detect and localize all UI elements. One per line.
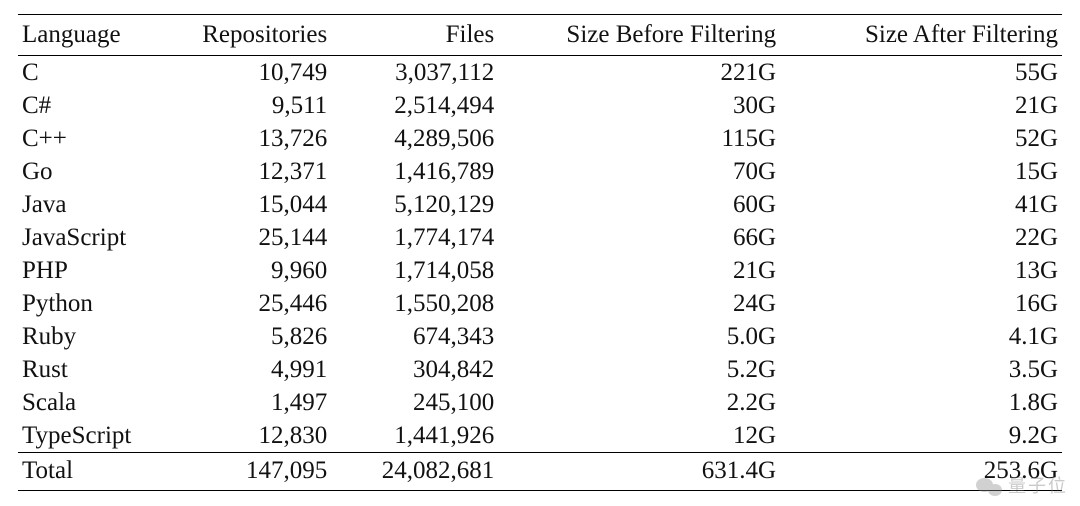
cell-size-after: 16G bbox=[780, 287, 1062, 320]
table-row: PHP9,9601,714,05821G13G bbox=[18, 254, 1062, 287]
cell-size-before: 2.2G bbox=[498, 386, 780, 419]
cell-language: Scala bbox=[18, 386, 185, 419]
cell-size-before: 70G bbox=[498, 155, 780, 188]
cell-size-after: 3.5G bbox=[780, 353, 1062, 386]
cell-total-files: 24,082,681 bbox=[331, 453, 498, 491]
cell-language: Rust bbox=[18, 353, 185, 386]
cell-language: C bbox=[18, 56, 185, 90]
cell-size-before: 115G bbox=[498, 122, 780, 155]
cell-total-size-before: 631.4G bbox=[498, 453, 780, 491]
col-header-files: Files bbox=[331, 15, 498, 56]
cell-size-before: 5.0G bbox=[498, 320, 780, 353]
table-row: C++13,7264,289,506115G52G bbox=[18, 122, 1062, 155]
cell-size-before: 221G bbox=[498, 56, 780, 90]
table-row: JavaScript25,1441,774,17466G22G bbox=[18, 221, 1062, 254]
cell-repos: 9,960 bbox=[185, 254, 331, 287]
cell-size-after: 15G bbox=[780, 155, 1062, 188]
cell-language: Python bbox=[18, 287, 185, 320]
cell-files: 3,037,112 bbox=[331, 56, 498, 90]
cell-total-label: Total bbox=[18, 453, 185, 491]
cell-files: 304,842 bbox=[331, 353, 498, 386]
cell-language: C# bbox=[18, 89, 185, 122]
cell-size-after: 21G bbox=[780, 89, 1062, 122]
table-row: Rust4,991304,8425.2G3.5G bbox=[18, 353, 1062, 386]
cell-files: 1,714,058 bbox=[331, 254, 498, 287]
cell-total-repos: 147,095 bbox=[185, 453, 331, 491]
data-table: Language Repositories Files Size Before … bbox=[18, 14, 1062, 491]
table-header-row: Language Repositories Files Size Before … bbox=[18, 15, 1062, 56]
cell-repos: 9,511 bbox=[185, 89, 331, 122]
cell-size-after: 41G bbox=[780, 188, 1062, 221]
cell-size-before: 5.2G bbox=[498, 353, 780, 386]
table-row: Go12,3711,416,78970G15G bbox=[18, 155, 1062, 188]
cell-files: 5,120,129 bbox=[331, 188, 498, 221]
cell-language: Ruby bbox=[18, 320, 185, 353]
cell-size-after: 4.1G bbox=[780, 320, 1062, 353]
cell-files: 1,416,789 bbox=[331, 155, 498, 188]
cell-repos: 4,991 bbox=[185, 353, 331, 386]
cell-repos: 10,749 bbox=[185, 56, 331, 90]
cell-size-after: 9.2G bbox=[780, 419, 1062, 453]
cell-size-after: 1.8G bbox=[780, 386, 1062, 419]
cell-size-before: 30G bbox=[498, 89, 780, 122]
cell-files: 4,289,506 bbox=[331, 122, 498, 155]
col-header-language: Language bbox=[18, 15, 185, 56]
cell-size-before: 21G bbox=[498, 254, 780, 287]
table-total-row: Total 147,095 24,082,681 631.4G 253.6G bbox=[18, 453, 1062, 491]
cell-repos: 13,726 bbox=[185, 122, 331, 155]
cell-files: 1,550,208 bbox=[331, 287, 498, 320]
cell-repos: 25,144 bbox=[185, 221, 331, 254]
table-row: Scala1,497245,1002.2G1.8G bbox=[18, 386, 1062, 419]
table-body: C10,7493,037,112221G55G C#9,5112,514,494… bbox=[18, 56, 1062, 453]
cell-files: 245,100 bbox=[331, 386, 498, 419]
cell-files: 1,441,926 bbox=[331, 419, 498, 453]
cell-repos: 1,497 bbox=[185, 386, 331, 419]
cell-size-before: 66G bbox=[498, 221, 780, 254]
table-row: C#9,5112,514,49430G21G bbox=[18, 89, 1062, 122]
cell-language: Go bbox=[18, 155, 185, 188]
col-header-repos: Repositories bbox=[185, 15, 331, 56]
cell-repos: 5,826 bbox=[185, 320, 331, 353]
table-row: Python25,4461,550,20824G16G bbox=[18, 287, 1062, 320]
col-header-size-before: Size Before Filtering bbox=[498, 15, 780, 56]
col-header-size-after: Size After Filtering bbox=[780, 15, 1062, 56]
cell-files: 2,514,494 bbox=[331, 89, 498, 122]
cell-language: Java bbox=[18, 188, 185, 221]
cell-repos: 25,446 bbox=[185, 287, 331, 320]
table-row: Java15,0445,120,12960G41G bbox=[18, 188, 1062, 221]
cell-language: TypeScript bbox=[18, 419, 185, 453]
cell-size-before: 60G bbox=[498, 188, 780, 221]
cell-size-after: 52G bbox=[780, 122, 1062, 155]
table-total: Total 147,095 24,082,681 631.4G 253.6G bbox=[18, 453, 1062, 491]
table-row: TypeScript12,8301,441,92612G9.2G bbox=[18, 419, 1062, 453]
cell-total-size-after: 253.6G bbox=[780, 453, 1062, 491]
table-figure: Language Repositories Files Size Before … bbox=[0, 0, 1080, 506]
cell-language: PHP bbox=[18, 254, 185, 287]
cell-language: C++ bbox=[18, 122, 185, 155]
cell-size-before: 12G bbox=[498, 419, 780, 453]
cell-size-after: 13G bbox=[780, 254, 1062, 287]
cell-files: 674,343 bbox=[331, 320, 498, 353]
cell-size-before: 24G bbox=[498, 287, 780, 320]
cell-language: JavaScript bbox=[18, 221, 185, 254]
cell-repos: 12,371 bbox=[185, 155, 331, 188]
cell-files: 1,774,174 bbox=[331, 221, 498, 254]
table-row: C10,7493,037,112221G55G bbox=[18, 56, 1062, 90]
cell-size-after: 22G bbox=[780, 221, 1062, 254]
cell-repos: 12,830 bbox=[185, 419, 331, 453]
cell-size-after: 55G bbox=[780, 56, 1062, 90]
cell-repos: 15,044 bbox=[185, 188, 331, 221]
table-row: Ruby5,826674,3435.0G4.1G bbox=[18, 320, 1062, 353]
